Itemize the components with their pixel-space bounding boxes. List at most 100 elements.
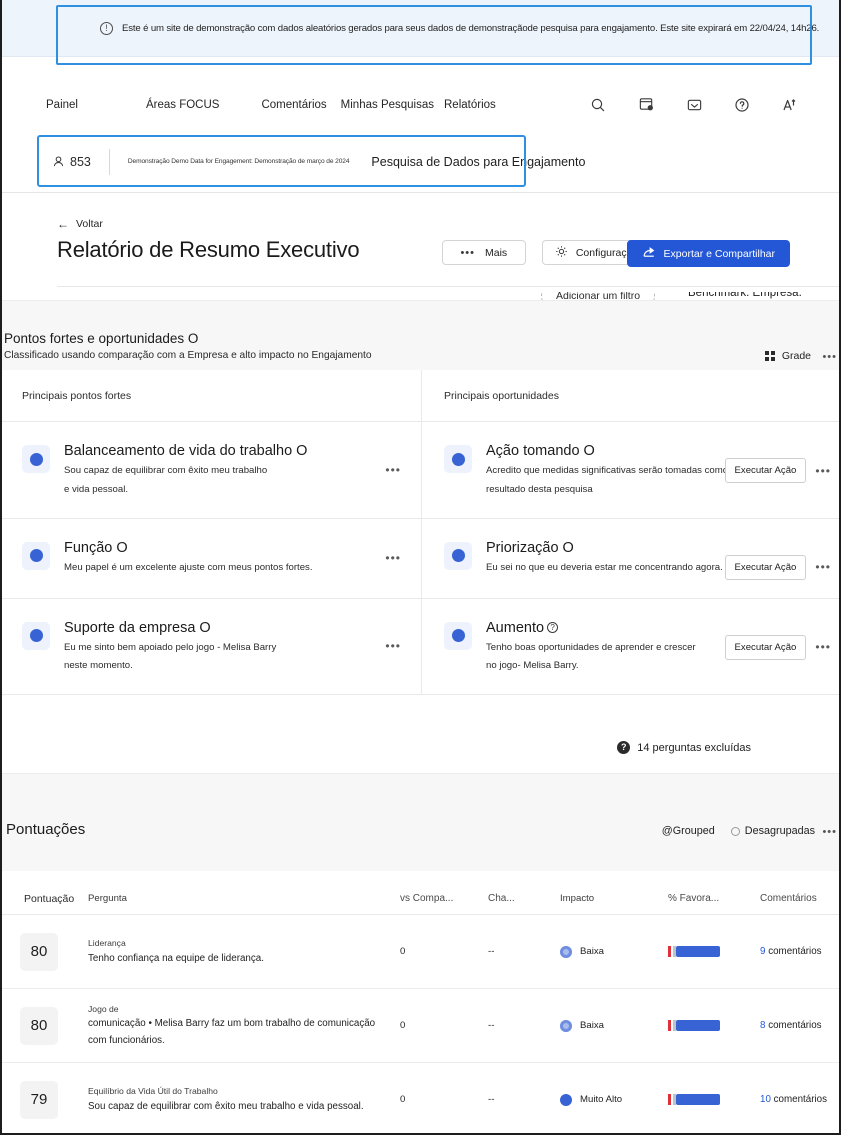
table-row[interactable]: 80 Liderança Tenho confiança na equipe d… (0, 915, 841, 989)
execute-action-button[interactable]: Executar Ação (724, 634, 807, 660)
grouped-option[interactable]: @Grouped (662, 825, 715, 837)
column-header-change[interactable]: Cha... (488, 893, 560, 914)
back-button[interactable]: ← Voltar (57, 218, 103, 230)
excluded-questions-link[interactable]: ? 14 perguntas excluídas (617, 741, 751, 754)
circle-indicator-icon (444, 445, 472, 473)
grid-view-toggle[interactable]: Grade (764, 350, 811, 362)
page-title: Relatório de Resumo Executivo (57, 237, 360, 262)
strength-card[interactable]: Balanceamento de vida do trabalho O Sou … (0, 422, 422, 518)
table-row[interactable]: 79 Equilíbrio da Vida Útil do Trabalho S… (0, 1063, 841, 1135)
card-title: Ação tomando O (486, 443, 595, 459)
scores-section-header: Pontuações @Grouped Desagrupadas ••• (0, 773, 841, 871)
opportunity-card[interactable]: Aumento? Tenho boas oportunidades de apr… (422, 599, 841, 695)
more-button[interactable]: ••• Mais (441, 240, 526, 265)
score-value: 79 (20, 1080, 58, 1119)
card-overflow-menu[interactable]: ••• (385, 463, 401, 477)
gear-icon (555, 245, 568, 261)
score-value: 80 (20, 1006, 58, 1045)
question-cell: Liderança Tenho confiança na equipe de l… (88, 936, 400, 966)
column-header-comentarios[interactable]: Comentários (760, 893, 841, 914)
comments-count: 10 (760, 1094, 771, 1105)
help-circle-icon[interactable]: ? (547, 621, 559, 633)
comments-cell[interactable]: 8 comentários (760, 1020, 841, 1031)
card-overflow-menu[interactable]: ••• (385, 551, 401, 565)
question-cell: Jogo de comunicação • Melisa Barry faz u… (88, 1002, 400, 1048)
nav-link-comentarios[interactable]: Comentários (261, 99, 326, 111)
card-overflow-menu[interactable]: ••• (815, 640, 831, 654)
favorable-cell (668, 1020, 760, 1031)
impact-label: Baixa (580, 946, 604, 957)
scores-overflow-menu[interactable]: ••• (822, 826, 837, 838)
card-overflow-menu[interactable]: ••• (815, 560, 831, 574)
column-header-favoravel[interactable]: % Favora... (668, 893, 760, 914)
favorable-cell (668, 946, 760, 957)
vs-company-cell: 0 (400, 1094, 406, 1105)
card-actions: Executar Ação ••• (724, 554, 841, 580)
respondent-count: 853 (52, 155, 91, 169)
inbox-icon[interactable] (685, 96, 703, 114)
column-header-strengths: Principais pontos fortes (0, 370, 422, 421)
calendar-settings-icon[interactable] (637, 96, 655, 114)
nav-link-relatorios[interactable]: Relatórios (444, 99, 496, 111)
nav-link-painel[interactable]: Painel (46, 99, 78, 111)
card-actions: Executar Ação ••• (724, 634, 841, 660)
more-button-label: Mais (485, 246, 508, 259)
card-description-line: Eu sei no que eu deveria estar me concen… (486, 561, 723, 573)
impact-cell: Baixa (560, 1019, 668, 1032)
table-row[interactable]: 80 Jogo de comunicação • Melisa Barry fa… (0, 989, 841, 1063)
card-overflow-menu[interactable]: ••• (815, 464, 831, 478)
survey-selector[interactable]: 853 Demonstração Demo Data for Engagemen… (0, 148, 586, 175)
export-share-button[interactable]: Exportar e Compartilhar (626, 240, 790, 267)
strengths-opportunities-grid: Principais pontos fortes Principais opor… (0, 370, 841, 696)
card-title: Aumento? (486, 619, 725, 637)
strength-card[interactable]: Função O Meu papel é um excelente ajuste… (0, 518, 422, 598)
column-header-vs-comparacao[interactable]: vs Compa... (400, 893, 488, 914)
question-category: Liderança (88, 938, 126, 949)
card-description: Tenho boas oportunidades de aprender e c… (486, 639, 725, 676)
divider (108, 148, 110, 175)
help-circle-icon[interactable] (733, 96, 751, 114)
impact-cell: Muito Alto (560, 1093, 668, 1106)
comments-cell[interactable]: 10 comentários (760, 1094, 841, 1105)
impact-label: Muito Alto (580, 1094, 623, 1105)
nav-link-minhas-pesquisas[interactable]: Minhas Pesquisas (341, 99, 434, 111)
card-description: Meu papel é um excelente ajuste com meus… (64, 559, 421, 578)
card-description-line: no jogo- Melisa Barry. (486, 660, 579, 672)
column-header-pontuacao[interactable]: Pontuação (0, 893, 88, 914)
card-title-text: Aumento (486, 619, 545, 636)
survey-title: Pesquisa de Dados para Engajamento (371, 154, 586, 169)
opportunity-card[interactable]: Priorização O Eu sei no que eu deveria e… (422, 519, 841, 598)
ungrouped-option[interactable]: Desagrupadas (730, 825, 815, 837)
window-border-left (0, 0, 2, 1135)
card-description: Sou capaz de equilibrar com êxito meu tr… (64, 462, 421, 499)
comments-cell[interactable]: 9 comentários (760, 946, 841, 957)
column-header-impacto[interactable]: Impacto (560, 893, 668, 914)
card-description: Acredito que medidas significativas serã… (486, 462, 729, 499)
search-icon[interactable] (589, 96, 607, 114)
favorable-bar (668, 1020, 760, 1031)
card-description-line: Acredito que medidas significativas serã… (486, 465, 729, 477)
nav-link-areas-focus[interactable]: Áreas FOCUS (146, 99, 220, 111)
column-header-pergunta[interactable]: Pergunta (88, 893, 400, 914)
comments-label: comentários (773, 1094, 828, 1105)
opportunity-card[interactable]: Ação tomando O Acredito que medidas sign… (422, 422, 841, 518)
card-row: Suporte da empresa O Eu me sinto bem apo… (0, 598, 841, 696)
strengths-section-title: Pontos fortes e oportunidades O (4, 331, 199, 346)
section-overflow-menu[interactable]: ••• (822, 351, 837, 363)
demo-banner-text: Este é um site de demonstração com dados… (122, 22, 820, 34)
execute-action-button[interactable]: Executar Ação (724, 458, 807, 483)
strength-card[interactable]: Suporte da empresa O Eu me sinto bem apo… (0, 598, 422, 695)
back-button-label: Voltar (76, 218, 103, 230)
app-root: ! Este é um site de demonstração com dad… (0, 0, 841, 1135)
favorable-bar (668, 1094, 760, 1105)
execute-action-button[interactable]: Executar Ação (724, 554, 807, 580)
translate-icon[interactable] (781, 96, 799, 114)
help-circle-filled-icon: ? (617, 741, 631, 754)
survey-subtitle: Demonstração Demo Data for Engagement: D… (127, 158, 350, 165)
card-description-line: e vida pessoal. (64, 483, 128, 495)
card-overflow-menu[interactable]: ••• (385, 639, 401, 653)
report-actions: ••• Mais Configurações Exportar e Compar… (441, 240, 790, 267)
info-circle-icon: ! (100, 21, 113, 35)
grouped-label: @Grouped (661, 825, 715, 837)
change-cell: -- (488, 1020, 495, 1031)
